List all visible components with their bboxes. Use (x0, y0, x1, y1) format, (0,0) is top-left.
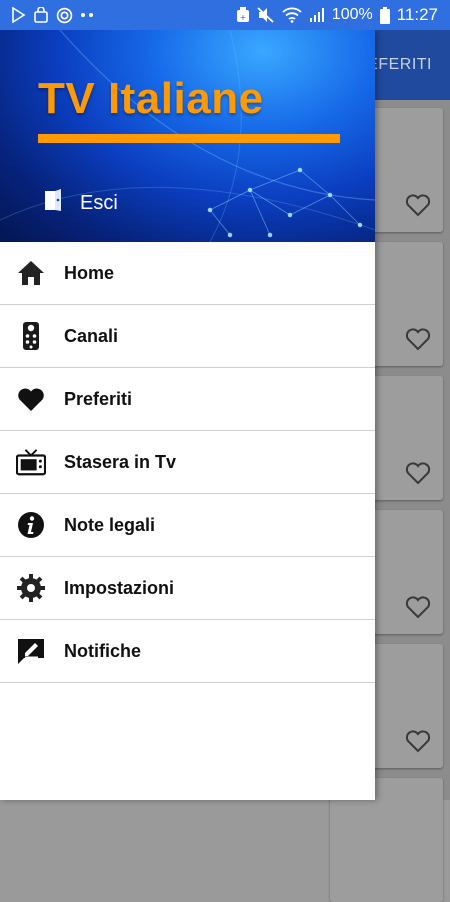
info-icon (16, 510, 46, 540)
menu-item-canali[interactable]: Canali (0, 305, 375, 368)
heart-outline-icon[interactable] (405, 327, 431, 356)
menu-item-label: Note legali (64, 514, 156, 535)
exit-door-icon (42, 188, 64, 218)
signal-icon (309, 7, 325, 23)
menu-item-label: Impostazioni (64, 577, 175, 598)
home-icon (16, 258, 46, 288)
battery-icon (379, 6, 390, 24)
heart-icon (16, 384, 46, 414)
logout-button[interactable]: Esci (42, 188, 118, 218)
menu-item-stasera-in-tv[interactable]: Stasera in Tv (0, 431, 375, 494)
navigation-drawer: TV Italiane Esci Home Canali Preferiti S… (0, 30, 375, 800)
target-icon (56, 7, 73, 24)
menu-item-notifiche[interactable]: Notifiche (0, 620, 375, 683)
menu-item-impostazioni[interactable]: Impostazioni (0, 557, 375, 620)
heart-outline-icon[interactable] (405, 461, 431, 490)
clock: 11:27 (396, 5, 438, 24)
heart-outline-icon[interactable] (405, 729, 431, 758)
battery-percent: 100% (331, 6, 373, 23)
gear-icon (16, 573, 46, 603)
logout-label: Esci (80, 191, 118, 214)
status-bar: + 100% 11:27 (0, 0, 450, 30)
menu-item-label: Notifiche (64, 640, 142, 661)
heart-outline-icon[interactable] (405, 193, 431, 222)
notification-edit-icon (16, 636, 46, 666)
menu-item-note-legali[interactable]: Note legali (0, 494, 375, 557)
app-logo-title: TV Italiane (38, 74, 264, 123)
menu-item-label: Home (64, 262, 115, 283)
shopping-bag-icon (33, 7, 49, 23)
heart-outline-icon[interactable] (405, 595, 431, 624)
play-store-icon (10, 7, 26, 23)
logo-underline (38, 134, 340, 143)
svg-text:+: + (239, 13, 246, 22)
menu-item-label: Stasera in Tv (64, 451, 177, 472)
mute-icon (257, 7, 275, 23)
remote-control-icon (16, 321, 46, 351)
alarm-icon: + (236, 7, 250, 23)
menu-item-home[interactable]: Home (0, 242, 375, 305)
drawer-menu: Home Canali Preferiti Stasera in Tv Note… (0, 242, 375, 683)
menu-item-label: Preferiti (64, 388, 133, 409)
menu-item-preferiti[interactable]: Preferiti (0, 368, 375, 431)
menu-item-label: Canali (64, 325, 119, 346)
wifi-icon (282, 7, 302, 23)
drawer-header: TV Italiane Esci (0, 30, 375, 242)
more-dots-icon (80, 12, 94, 18)
tv-icon (16, 447, 46, 477)
